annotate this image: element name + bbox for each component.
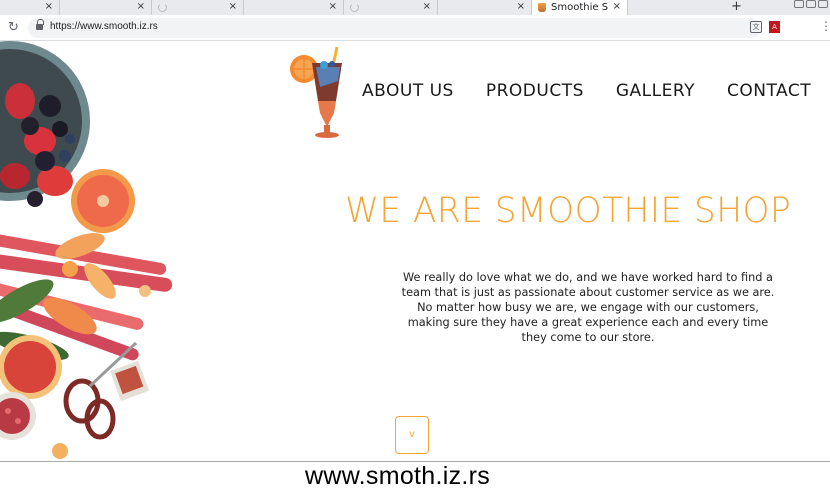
close-tab-icon[interactable]: × bbox=[45, 1, 53, 12]
kebab-menu-icon[interactable]: ⋮ bbox=[820, 20, 830, 32]
browser-tab[interactable]: × bbox=[344, 0, 438, 15]
browser-tab[interactable]: × bbox=[60, 0, 152, 15]
reload-icon[interactable]: ↻ bbox=[8, 20, 19, 35]
nav-contact[interactable]: CONTACT bbox=[727, 81, 811, 101]
browser-tab-active[interactable]: Smoothie S × bbox=[532, 0, 628, 15]
address-bar: ↻ https://www.smooth.iz.rs 文 ☆ A ⋮ bbox=[0, 15, 830, 41]
browser-tab[interactable]: × bbox=[0, 0, 60, 15]
caption-bar: www.smoth.iz.rs bbox=[0, 461, 830, 490]
tab-title: Smoothie S bbox=[551, 2, 609, 13]
chevron-down-icon: v bbox=[409, 429, 415, 440]
tab-strip: × × × × × × Smoothie S × + bbox=[0, 0, 830, 15]
close-tab-icon[interactable]: × bbox=[423, 1, 431, 12]
nav-about-us[interactable]: ABOUT US bbox=[362, 81, 454, 101]
window-controls bbox=[794, 0, 828, 8]
loading-spinner-icon bbox=[158, 3, 167, 12]
restore-icon[interactable] bbox=[806, 0, 816, 8]
close-window-icon[interactable] bbox=[818, 0, 828, 8]
browser-tab[interactable]: × bbox=[244, 0, 344, 15]
close-tab-icon[interactable]: × bbox=[613, 1, 621, 12]
hero-intro-text: We really do love what we do, and we hav… bbox=[401, 271, 775, 344]
main-nav: ABOUT US PRODUCTS GALLERY CONTACT bbox=[362, 81, 811, 101]
nav-gallery[interactable]: GALLERY bbox=[616, 81, 695, 101]
nav-products[interactable]: PRODUCTS bbox=[486, 81, 584, 101]
fruit-hero-image bbox=[0, 41, 173, 459]
close-tab-icon[interactable]: × bbox=[517, 1, 525, 12]
translate-icon[interactable]: 文 bbox=[750, 21, 762, 33]
site-caption: www.smoth.iz.rs bbox=[305, 462, 491, 490]
url-text[interactable]: https://www.smooth.iz.rs bbox=[50, 21, 158, 32]
smoothie-glass-logo[interactable] bbox=[288, 45, 350, 141]
hero-headline: WE ARE SMOOTHIE SHOP bbox=[345, 191, 792, 231]
close-tab-icon[interactable]: × bbox=[137, 1, 145, 12]
pdf-extension-icon[interactable]: A bbox=[769, 21, 780, 33]
browser-tab[interactable]: × bbox=[438, 0, 532, 15]
new-tab-button[interactable]: + bbox=[731, 0, 742, 14]
loading-spinner-icon bbox=[350, 3, 359, 12]
web-page: ABOUT US PRODUCTS GALLERY CONTACT WE ARE… bbox=[0, 41, 830, 461]
minimize-icon[interactable] bbox=[794, 0, 804, 8]
close-tab-icon[interactable]: × bbox=[329, 1, 337, 12]
close-tab-icon[interactable]: × bbox=[229, 1, 237, 12]
omnibox[interactable]: https://www.smooth.iz.rs 文 ☆ bbox=[28, 18, 780, 38]
scroll-down-button[interactable]: v bbox=[395, 416, 429, 454]
lock-icon[interactable] bbox=[36, 19, 44, 30]
browser-tab[interactable]: × bbox=[152, 0, 244, 15]
smoothie-favicon-icon bbox=[538, 3, 546, 12]
